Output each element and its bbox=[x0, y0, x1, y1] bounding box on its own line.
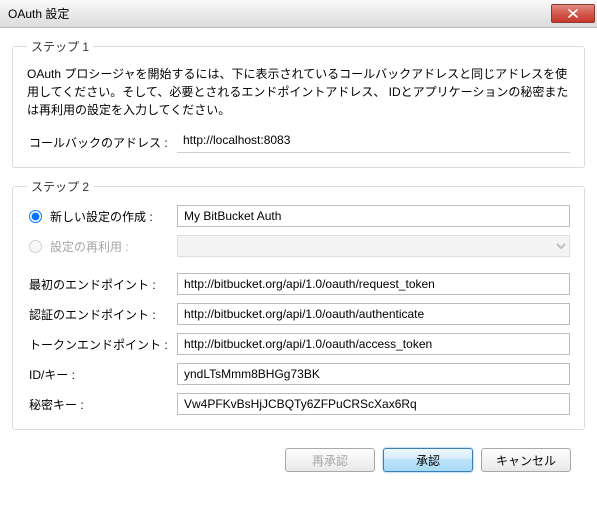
reuse-text: 設定の再利用 : bbox=[50, 238, 129, 255]
id-key-input[interactable] bbox=[177, 363, 570, 385]
dialog-title: OAuth 設定 bbox=[8, 5, 69, 22]
step1-group: ステップ 1 OAuth プロシージャを開始するには、下に表示されているコールバ… bbox=[12, 38, 585, 168]
titlebar: OAuth 設定 bbox=[0, 0, 597, 28]
reuse-radio-label: 設定の再利用 : bbox=[27, 238, 177, 255]
step2-legend: ステップ 2 bbox=[27, 178, 93, 195]
id-key-label: ID/キー : bbox=[27, 366, 177, 383]
create-new-text: 新しい設定の作成 : bbox=[50, 208, 153, 225]
dialog-content: ステップ 1 OAuth プロシージャを開始するには、下に表示されているコールバ… bbox=[0, 28, 597, 484]
close-icon bbox=[568, 9, 578, 18]
step1-legend: ステップ 1 bbox=[27, 38, 93, 55]
approve-button[interactable]: 承認 bbox=[383, 448, 473, 472]
button-bar: 再承認 承認 キャンセル bbox=[12, 440, 585, 484]
callback-address-value: http://localhost:8083 bbox=[177, 131, 570, 153]
cancel-button[interactable]: キャンセル bbox=[481, 448, 571, 472]
token-endpoint-input[interactable] bbox=[177, 333, 570, 355]
reuse-select bbox=[177, 235, 570, 257]
auth-endpoint-input[interactable] bbox=[177, 303, 570, 325]
reauth-button: 再承認 bbox=[285, 448, 375, 472]
step1-instructions: OAuth プロシージャを開始するには、下に表示されているコールバックアドレスと… bbox=[27, 65, 570, 119]
close-button[interactable] bbox=[551, 4, 595, 23]
callback-label: コールバックのアドレス : bbox=[27, 134, 177, 151]
secret-key-label: 秘密キー : bbox=[27, 396, 177, 413]
step2-group: ステップ 2 新しい設定の作成 : 設定の再利用 : 最初のエンドポイント : … bbox=[12, 178, 585, 430]
secret-key-input[interactable] bbox=[177, 393, 570, 415]
create-new-radio[interactable] bbox=[29, 210, 42, 223]
first-endpoint-input[interactable] bbox=[177, 273, 570, 295]
auth-endpoint-label: 認証のエンドポイント : bbox=[27, 306, 177, 323]
create-new-radio-label[interactable]: 新しい設定の作成 : bbox=[27, 208, 177, 225]
reuse-radio bbox=[29, 240, 42, 253]
create-new-input[interactable] bbox=[177, 205, 570, 227]
first-endpoint-label: 最初のエンドポイント : bbox=[27, 276, 177, 293]
token-endpoint-label: トークンエンドポイント : bbox=[27, 336, 177, 353]
